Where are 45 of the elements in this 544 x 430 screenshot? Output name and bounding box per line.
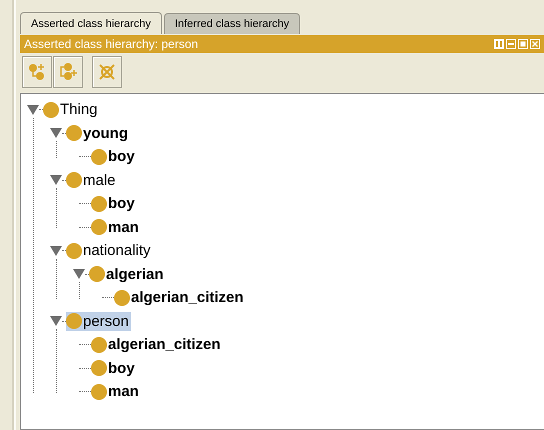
class-icon [66, 125, 82, 142]
class-item[interactable]: algerian_citizen [114, 288, 246, 308]
maximize-icon[interactable] [518, 39, 528, 49]
minimize-icon[interactable] [506, 39, 516, 49]
class-icon [66, 313, 82, 330]
delete-button[interactable] [92, 56, 122, 88]
expanded-arrow-icon[interactable] [27, 104, 39, 115]
delete-icon [97, 62, 117, 82]
tab[interactable]: Inferred class hierarchy [164, 13, 300, 34]
close-icon[interactable] [530, 39, 540, 49]
sibling-icon [58, 62, 78, 82]
class-icon [91, 360, 107, 376]
split-icon[interactable] [494, 39, 504, 49]
class-icon [66, 242, 82, 259]
class-icon [66, 172, 82, 188]
class-item[interactable]: boy [91, 147, 137, 166]
expanded-arrow-icon[interactable] [50, 128, 62, 138]
add-sibling-button[interactable] [53, 56, 83, 88]
class-item[interactable]: young [66, 124, 130, 143]
class-item[interactable]: algerian_citizen [91, 335, 223, 354]
class-item[interactable]: man [91, 218, 141, 237]
class-icon [89, 266, 105, 282]
expanded-arrow-icon[interactable] [73, 269, 85, 280]
class-item[interactable]: Thing [43, 100, 100, 120]
class-icon [91, 336, 107, 353]
class-icon [114, 290, 130, 306]
expanded-arrow-icon[interactable] [50, 246, 62, 256]
class-item[interactable]: boy [91, 194, 137, 214]
class-item[interactable]: person [66, 312, 131, 331]
expanded-arrow-icon[interactable] [50, 175, 62, 186]
panel-title: Asserted class hierarchy: person [24, 37, 198, 51]
subclass-icon [27, 62, 47, 82]
class-icon [91, 196, 107, 212]
class-icon [91, 219, 107, 236]
class-item[interactable]: nationality [66, 241, 153, 260]
class-item[interactable]: man [91, 382, 141, 402]
class-icon [91, 384, 107, 400]
tab[interactable]: Asserted class hierarchy [20, 12, 162, 34]
class-item[interactable]: male [66, 170, 118, 190]
class-item[interactable]: boy [91, 358, 137, 378]
class-icon [91, 148, 107, 165]
expanded-arrow-icon[interactable] [50, 316, 62, 326]
class-icon [43, 102, 59, 118]
class-item[interactable]: algerian [89, 264, 166, 284]
add-subclass-button[interactable] [22, 56, 52, 88]
